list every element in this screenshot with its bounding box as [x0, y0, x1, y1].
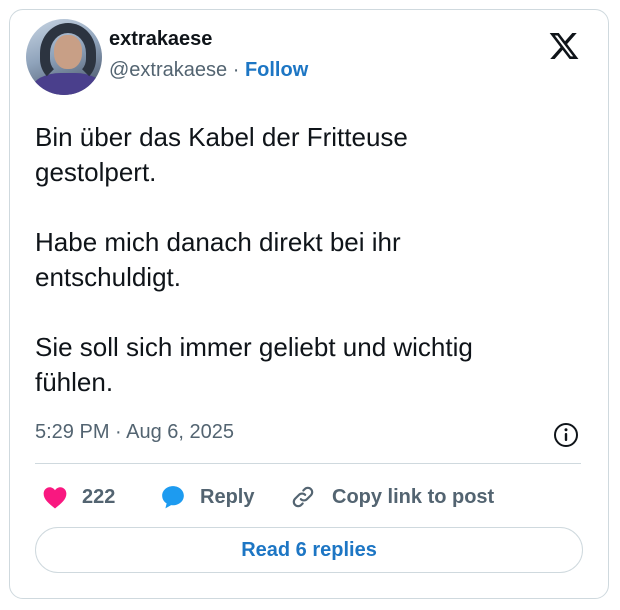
like-count: 222	[82, 485, 116, 508]
tweet-text: Bin über das Kabel der Fritteuse gestolp…	[35, 122, 473, 397]
divider	[35, 463, 581, 464]
reply-bubble-icon	[162, 486, 184, 509]
tweet-timestamp[interactable]: 5:29 PM · Aug 6, 2025	[35, 421, 234, 444]
reply-label: Reply	[200, 485, 255, 508]
follow-link[interactable]: Follow	[245, 59, 308, 81]
read-replies-button[interactable]: Read 6 replies	[35, 527, 583, 573]
reply-button[interactable]: Reply	[160, 482, 254, 512]
like-button[interactable]: 222	[42, 482, 115, 512]
separator-dot: ·	[232, 59, 240, 81]
info-icon[interactable]	[553, 422, 579, 448]
x-logo-icon[interactable]	[548, 30, 580, 62]
avatar[interactable]	[26, 19, 102, 95]
copy-link-label: Copy link to post	[332, 485, 495, 508]
author-handle-row: @extrakaese · Follow	[109, 59, 308, 82]
link-icon	[292, 486, 314, 508]
copy-link-button[interactable]: Copy link to post	[288, 482, 494, 512]
author-name[interactable]: extrakaese	[109, 28, 212, 51]
heart-icon	[43, 487, 67, 509]
author-handle[interactable]: @extrakaese	[109, 59, 227, 81]
